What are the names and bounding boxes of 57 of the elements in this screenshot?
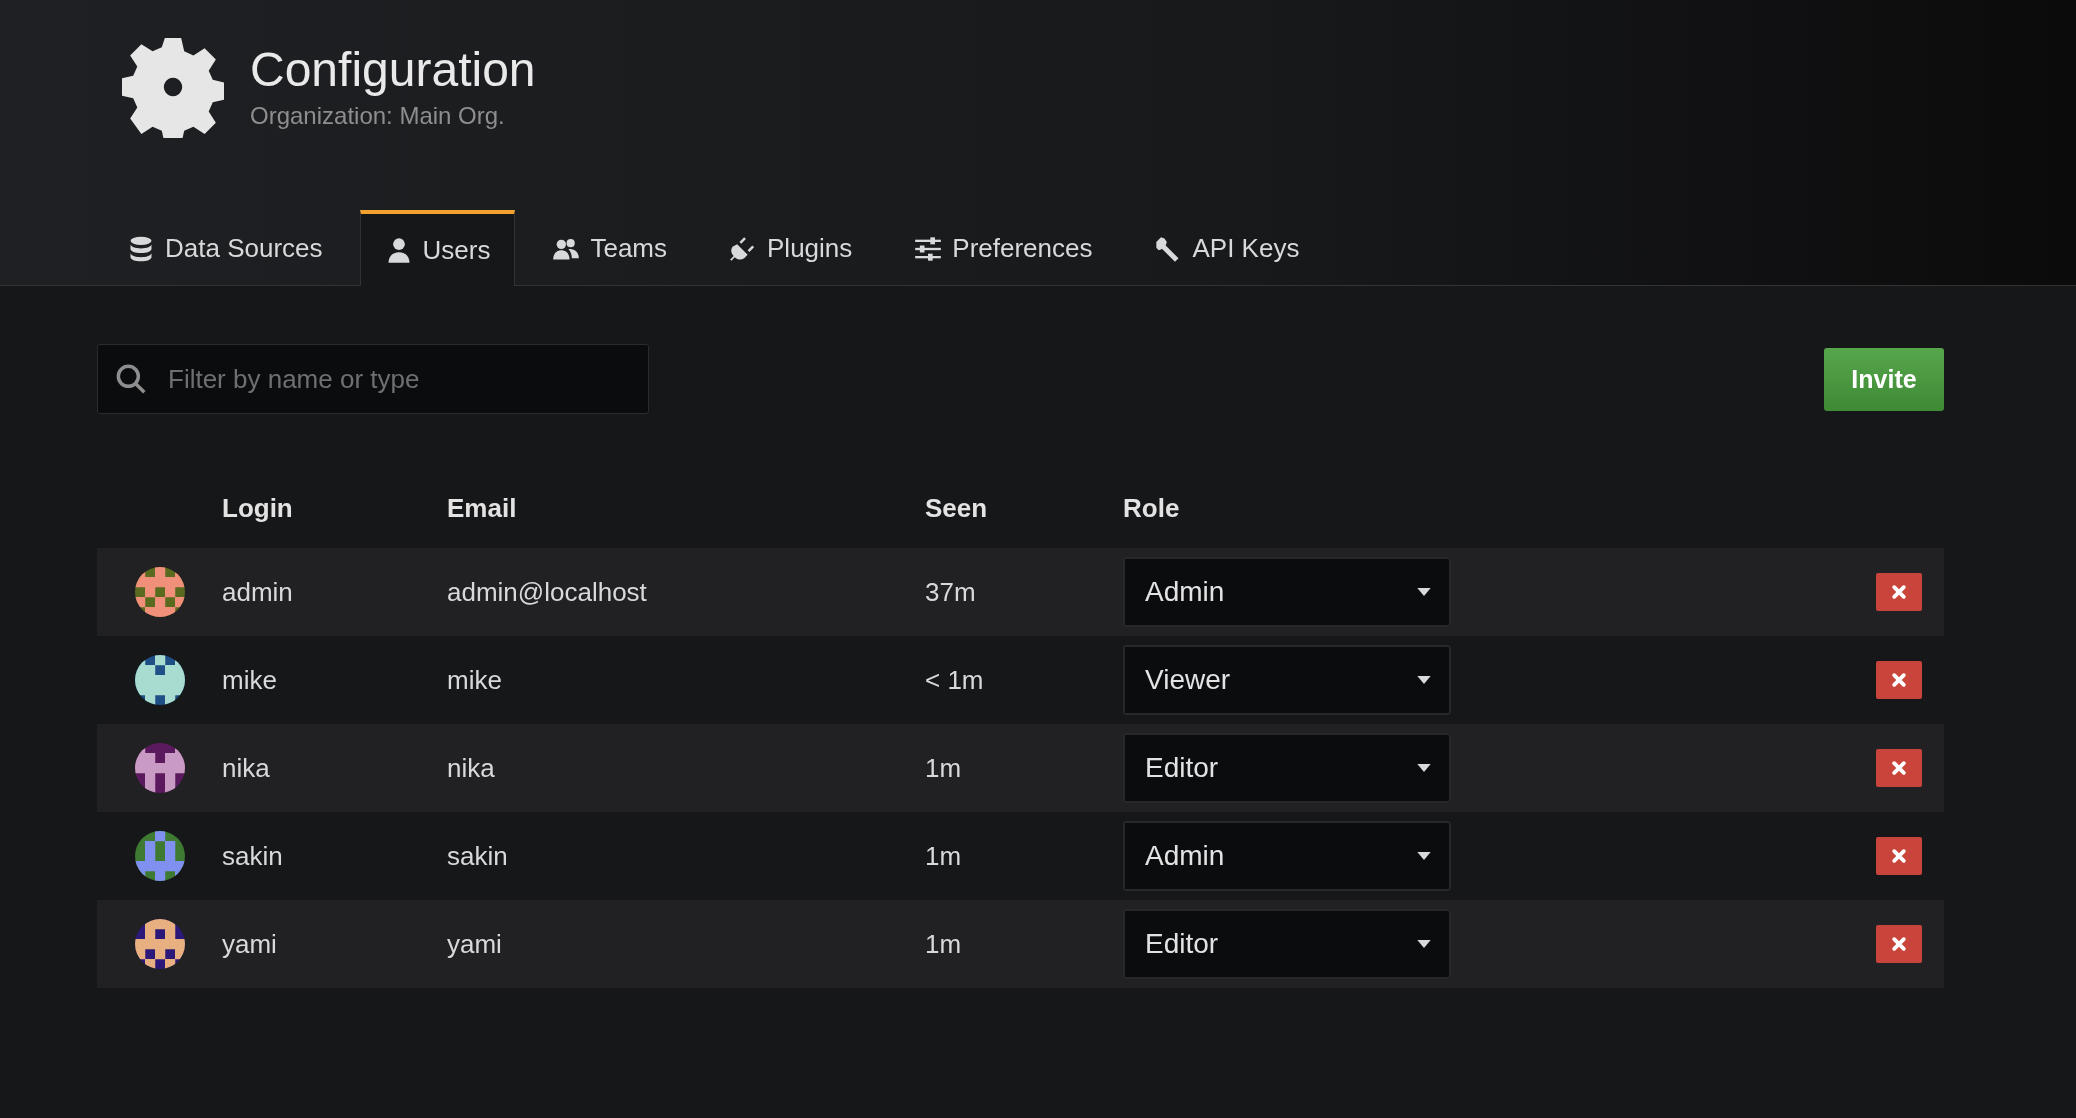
page-title: Configuration <box>250 43 536 97</box>
gear-icon <box>122 36 224 138</box>
caret-icon <box>1417 588 1431 596</box>
email-cell: yami <box>447 928 502 959</box>
tab[interactable]: Teams <box>527 210 692 286</box>
role-dropdown[interactable]: Admin <box>1123 557 1451 627</box>
seen-cell: 1m <box>925 752 962 783</box>
email-cell: nika <box>447 752 495 783</box>
login-cell: sakin <box>222 840 283 871</box>
close-icon <box>1891 936 1907 952</box>
tab[interactable]: Users <box>359 210 516 286</box>
delete-button[interactable] <box>1876 661 1922 699</box>
email-cell: mike <box>447 664 502 695</box>
avatar-icon <box>134 831 185 881</box>
avatar-icon <box>134 743 185 793</box>
seen-cell: 37m <box>925 576 976 607</box>
column-header: Email <box>447 492 517 523</box>
login-cell: nika <box>222 752 270 783</box>
column-header: Login <box>222 492 293 523</box>
caret-icon <box>1417 940 1431 948</box>
close-icon <box>1891 584 1907 600</box>
delete-button[interactable] <box>1876 749 1922 787</box>
caret-icon <box>1417 764 1431 772</box>
tab[interactable]: Preferences <box>889 210 1118 286</box>
seen-cell: 1m <box>925 928 962 959</box>
close-icon <box>1891 848 1907 864</box>
login-cell: mike <box>222 664 277 695</box>
seen-cell: < 1m <box>925 664 984 695</box>
login-cell: admin <box>222 576 293 607</box>
tab[interactable]: API Keys <box>1129 210 1325 286</box>
email-cell: admin@localhost <box>447 576 647 607</box>
search-field[interactable]: Filter by name or type <box>97 344 649 414</box>
role-dropdown[interactable]: Editor <box>1123 733 1451 803</box>
role-dropdown[interactable]: Editor <box>1123 909 1451 979</box>
role-dropdown[interactable]: Viewer <box>1123 645 1451 715</box>
email-cell: sakin <box>447 840 508 871</box>
sliders-icon <box>914 234 943 263</box>
close-icon <box>1891 672 1907 688</box>
close-icon <box>1891 760 1907 776</box>
login-cell: yami <box>222 928 277 959</box>
column-header: Seen <box>925 492 988 523</box>
search-icon <box>115 363 147 395</box>
tab[interactable]: Plugins <box>704 210 878 286</box>
seen-cell: 1m <box>925 840 962 871</box>
invite-button[interactable]: Invite <box>1824 347 1944 411</box>
avatar-icon <box>134 919 185 969</box>
avatar-icon <box>134 655 185 705</box>
role-dropdown[interactable]: Admin <box>1123 821 1451 891</box>
tab[interactable]: Data Sources <box>102 210 348 286</box>
caret-icon <box>1417 676 1431 684</box>
avatar-icon <box>134 567 185 617</box>
delete-button[interactable] <box>1876 925 1922 963</box>
delete-button[interactable] <box>1876 837 1922 875</box>
page-subtitle: Organization: Main Org. <box>250 102 506 131</box>
column-header: Role <box>1123 492 1180 523</box>
caret-icon <box>1417 852 1431 860</box>
delete-button[interactable] <box>1876 573 1922 611</box>
